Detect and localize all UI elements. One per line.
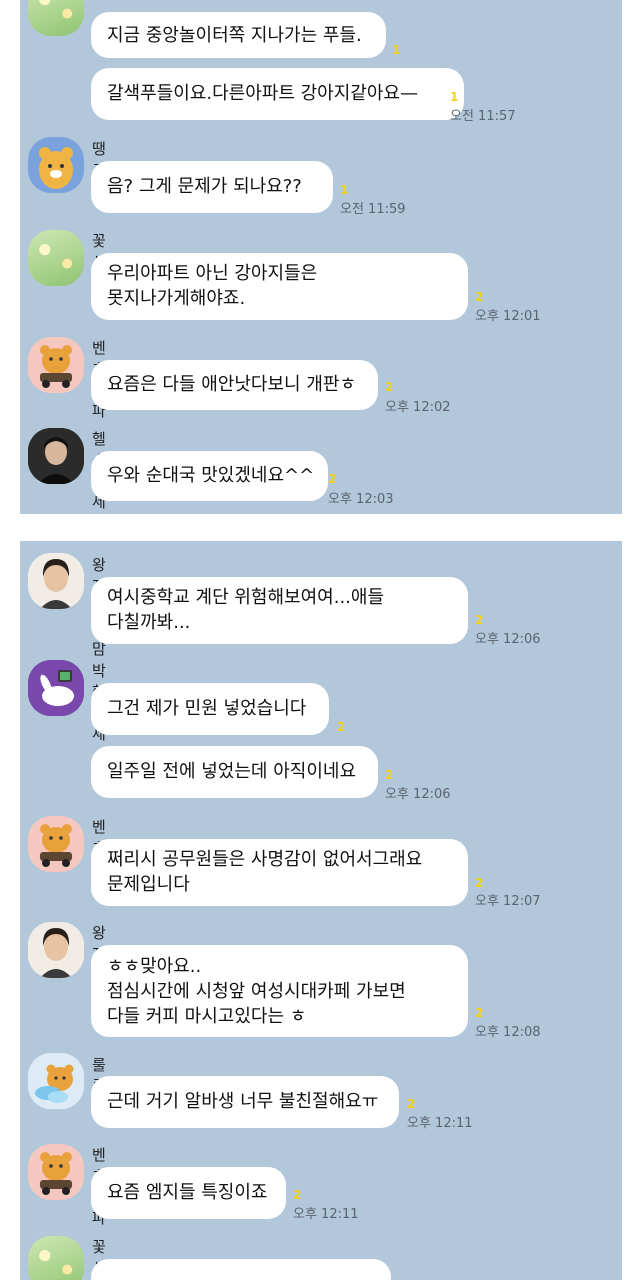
unread-count: 2 [475,876,484,890]
ryan-cloud-icon[interactable] [28,1053,84,1109]
unread-count: 1 [392,43,401,57]
message-time: 오후 12:11 [407,1116,473,1131]
message-time: 오후 12:06 [385,787,451,802]
woman-photo-icon[interactable] [28,922,84,978]
message-text: 지금 중앙놀이터쪽 지나가는 푸들. [107,25,362,46]
message-bubble[interactable]: 음? 그게 문제가 되나요?? [91,161,333,213]
message-bubble[interactable]: 여시중학교 계단 위험해보여여...애들 다칠까봐... [91,577,468,644]
unread-count: 2 [407,1097,416,1111]
unread-count: 2 [293,1188,302,1202]
message-time: 오후 12:01 [475,309,541,324]
bunny-tv-icon[interactable] [28,660,84,716]
message-bubble[interactable]: 요즘 엠지들 특징이죠 [91,1167,286,1219]
message-text: ㅎㅎ맞아요.. 점심시간에 시청앞 여성시대카페 가보면 다들 커피 마시고있다… [107,956,406,1027]
unread-count: 1 [340,183,349,197]
ryan-icon[interactable] [28,137,84,193]
message-text: 요즘 엠지들 특징이죠 [107,1182,268,1203]
unread-count: 1 [450,90,459,104]
message-bubble[interactable]: 우와 순대국 맛있겠네요^^ [91,451,328,501]
message-text: 갈색푸들이요.다른아파트 강아지같아요— [107,83,418,104]
message-text: 우와 순대국 맛있겠네요^^ [107,465,315,486]
person-photo-icon[interactable] [28,428,84,484]
message-bubble[interactable]: 우리아파트 아닌 강아지들은 못지나가게해야죠. [91,253,468,320]
message-bubble[interactable]: 지금 중앙놀이터쪽 지나가는 푸들. [91,12,386,58]
message-time: 오후 12:07 [475,894,541,909]
ryan-car-icon[interactable] [28,1144,84,1200]
unread-count: 2 [385,768,394,782]
ryan-car-icon[interactable] [28,337,84,393]
flower-photo-icon[interactable] [28,1236,84,1280]
unread-count: 2 [475,1006,484,1020]
unread-count: 2 [385,380,394,394]
unread-count: 2 [337,720,346,734]
unread-count: 2 [328,472,337,486]
message-bubble[interactable]: 그건 제가 민원 넣었습니다 [91,683,329,735]
message-text: 근데 거기 알바생 너무 불친절해요ㅠ [107,1091,379,1112]
message-time: 오전 11:59 [340,202,406,217]
message-time: 오전 11:57 [450,109,516,124]
woman-photo-icon[interactable] [28,553,84,609]
flower-photo-icon[interactable] [28,230,84,286]
message-text: 일주일 전에 넣었는데 아직이네요 [107,761,357,782]
message-time: 오후 12:06 [475,632,541,647]
message-bubble[interactable]: 근데 거기 알바생 너무 불친절해요ㅠ [91,1076,399,1128]
message-text: 음? 그게 문제가 되나요?? [107,176,302,197]
message-bubble[interactable]: 일주일 전에 넣었는데 아직이네요 [91,746,378,798]
unread-count: 2 [475,613,484,627]
message-bubble[interactable]: 쩌리시 공무원들은 사명감이 없어서그래요 문제입니다 [91,839,468,906]
message-time: 오후 12:03 [328,492,394,507]
message-bubble[interactable]: ㅎㅎ맞아요.. 점심시간에 시청앞 여성시대카페 가보면 다들 커피 마시고있다… [91,945,468,1037]
message-text: 우리아파트 아닌 강아지들은 못지나가게해야죠. [107,263,318,309]
message-text: 그건 제가 민원 넣었습니다 [107,698,307,719]
message-text: 여시중학교 계단 위험해보여여...애들 다칠까봐... [107,587,385,633]
message-bubble[interactable]: 갈색푸들이요.다른아파트 강아지같아요— [91,68,464,120]
flower-photo-icon[interactable] [28,0,84,36]
unread-count: 2 [475,290,484,304]
message-time: 오후 12:11 [293,1207,359,1222]
message-text: 요즘은 다들 애안낫다보니 개판ㅎ [107,374,357,395]
message-time: 오후 12:08 [475,1025,541,1040]
message-text: 쩌리시 공무원들은 사명감이 없어서그래요 문제입니다 [107,849,423,895]
chat-panel-bottom: 왕자공주맘 여시중학교 계단 위험해보여여...애들 다칠까봐... 2 오후 … [20,541,622,1280]
ryan-car-icon[interactable] [28,816,84,872]
message-bubble[interactable]: 요즘은 다들 애안낫다보니 개판ㅎ [91,360,378,410]
message-time: 오후 12:02 [385,400,451,415]
message-bubble[interactable] [91,1259,391,1280]
chat-panel-top: 지금 중앙놀이터쪽 지나가는 푸들. 1 갈색푸들이요.다른아파트 강아지같아요… [20,0,622,514]
